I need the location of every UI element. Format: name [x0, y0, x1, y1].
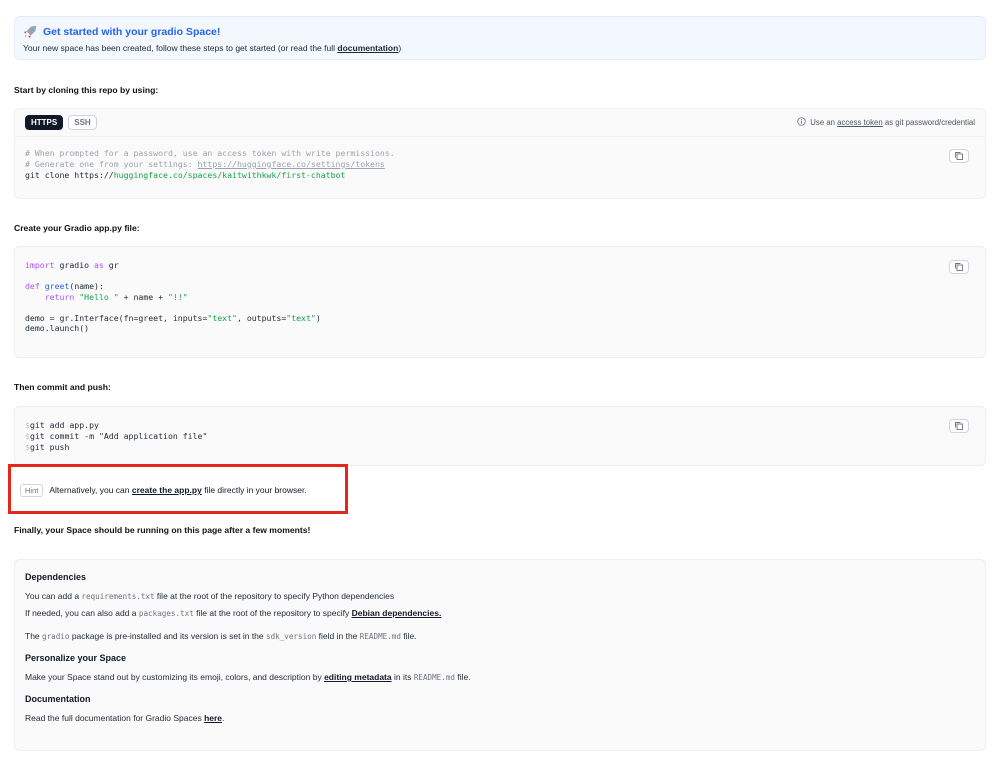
- clone-code: # When prompted for a password, use an a…: [15, 148, 985, 181]
- dependencies-line-1: You can add a requirements.txt file at t…: [25, 590, 975, 603]
- kw-as: as: [94, 260, 104, 270]
- info-box: Dependencies You can add a requirements.…: [14, 559, 986, 751]
- banner-subtitle-end: ): [398, 43, 402, 53]
- editing-metadata-link[interactable]: editing metadata: [324, 672, 392, 682]
- command-line: git add app.py: [29, 420, 99, 430]
- copy-button[interactable]: [949, 419, 969, 433]
- token-note-pre: Use an: [810, 118, 838, 127]
- text: file at the root of the repository to sp…: [154, 591, 395, 601]
- documentation-title: Documentation: [25, 694, 91, 704]
- personalize-title: Personalize your Space: [25, 653, 127, 663]
- text: .: [222, 713, 225, 723]
- inline-code: sdk_version: [266, 632, 317, 641]
- copy-icon: [955, 422, 963, 430]
- access-token-link[interactable]: access token: [837, 118, 883, 127]
- kw-import: import: [25, 260, 55, 270]
- app-code: import gradio as gr def greet(name): ret…: [15, 260, 985, 334]
- fn-greet: greet: [44, 281, 70, 291]
- banner-subtitle: Your new space has been created, follow …: [23, 43, 977, 53]
- command-line: git push: [29, 442, 70, 452]
- banner-title-row: Get started with your gradio Space!: [23, 25, 977, 39]
- create-heading: Create your Gradio app.py file:: [14, 223, 140, 233]
- access-token-note: Use an access token as git password/cred…: [797, 117, 975, 128]
- code-token: demo = gr.Interface(fn=greet, inputs=: [25, 312, 208, 323]
- code-launch: demo.launch(): [25, 323, 90, 333]
- copy-icon: [955, 152, 963, 160]
- info-icon: [797, 117, 806, 128]
- kw-return: return: [44, 291, 75, 302]
- kw-def: def: [25, 281, 40, 291]
- clone-code-box: HTTPS SSH Use an access token as git pas…: [14, 108, 986, 199]
- dependencies-title: Dependencies: [25, 572, 87, 582]
- settings-tokens-link[interactable]: https://huggingface.co/settings/tokens: [198, 159, 385, 169]
- final-heading: Finally, your Space should be running on…: [14, 525, 311, 535]
- banner-subtitle-text: Your new space has been created, follow …: [23, 43, 338, 53]
- commit-code-box: $git add app.py $git commit -m "Add appli…: [14, 406, 986, 466]
- inline-code: README.md: [413, 673, 455, 682]
- highlight-box: [8, 464, 348, 514]
- code-string: "text": [207, 312, 237, 323]
- copy-button[interactable]: [949, 260, 969, 274]
- inline-code: packages.txt: [138, 609, 194, 618]
- code-token: + name +: [118, 291, 168, 302]
- inline-code: requirements.txt: [81, 592, 155, 601]
- clone-tabbar: HTTPS SSH Use an access token as git pas…: [15, 109, 985, 137]
- clone-comment-1: # When prompted for a password, use an a…: [25, 148, 395, 158]
- debian-dependencies-link[interactable]: Debian dependencies.: [352, 608, 442, 618]
- text: file.: [400, 631, 417, 641]
- code-token: gr: [103, 260, 119, 270]
- code-string: "text": [286, 312, 316, 323]
- text: field in the: [316, 631, 360, 641]
- code-token: gradio: [54, 260, 95, 270]
- text: file.: [454, 672, 471, 682]
- tab-https[interactable]: HTTPS: [25, 115, 64, 130]
- text: Read the full documentation for Gradio S…: [25, 713, 205, 723]
- clone-url: huggingface.co/spaces/kaitwithkwk/first-…: [113, 170, 346, 180]
- banner-title: Get started with your gradio Space!: [43, 26, 221, 38]
- getting-started-banner: Get started with your gradio Space! Your…: [14, 16, 986, 60]
- token-note-post: as git password/credential: [882, 118, 975, 127]
- code-string: "Hello ": [79, 291, 119, 302]
- rocket-icon: [23, 25, 37, 39]
- copy-icon: [955, 263, 963, 271]
- clone-comment-2: # Generate one from your settings:: [25, 159, 198, 169]
- documentation-line: Read the full documentation for Gradio S…: [25, 712, 975, 724]
- command-line: git commit -m "Add application file": [29, 431, 208, 441]
- text: file at the root of the repository to sp…: [193, 608, 352, 618]
- text: The: [25, 631, 43, 641]
- text: in its: [391, 672, 414, 682]
- copy-button[interactable]: [949, 149, 969, 163]
- dependencies-line-2: If needed, you can also add a packages.t…: [25, 607, 975, 620]
- code-string: "!!": [167, 291, 188, 302]
- commit-heading: Then commit and push:: [14, 382, 111, 392]
- docs-here-link[interactable]: here: [204, 713, 222, 723]
- personalize-line: Make your Space stand out by customizing…: [25, 671, 975, 684]
- dependencies-line-3: The gradio package is pre-installed and …: [25, 630, 975, 643]
- inline-code: gradio: [42, 632, 70, 641]
- code-token: ): [315, 312, 321, 323]
- text: If needed, you can also add a: [25, 608, 139, 618]
- text: package is pre-installed and its version…: [69, 631, 266, 641]
- clone-command: git clone https://: [25, 170, 114, 180]
- tab-ssh[interactable]: SSH: [68, 115, 97, 130]
- commit-code: $git add app.py $git commit -m "Add appli…: [15, 420, 985, 453]
- inline-code: README.md: [359, 632, 401, 641]
- app-code-box: import gradio as gr def greet(name): ret…: [14, 246, 986, 358]
- code-token: , outputs=: [236, 312, 287, 323]
- clone-heading: Start by cloning this repo by using:: [14, 85, 159, 95]
- text: Make your Space stand out by customizing…: [25, 672, 325, 682]
- code-token: (name):: [69, 281, 104, 291]
- text: You can add a: [25, 591, 82, 601]
- documentation-link[interactable]: documentation: [337, 43, 398, 53]
